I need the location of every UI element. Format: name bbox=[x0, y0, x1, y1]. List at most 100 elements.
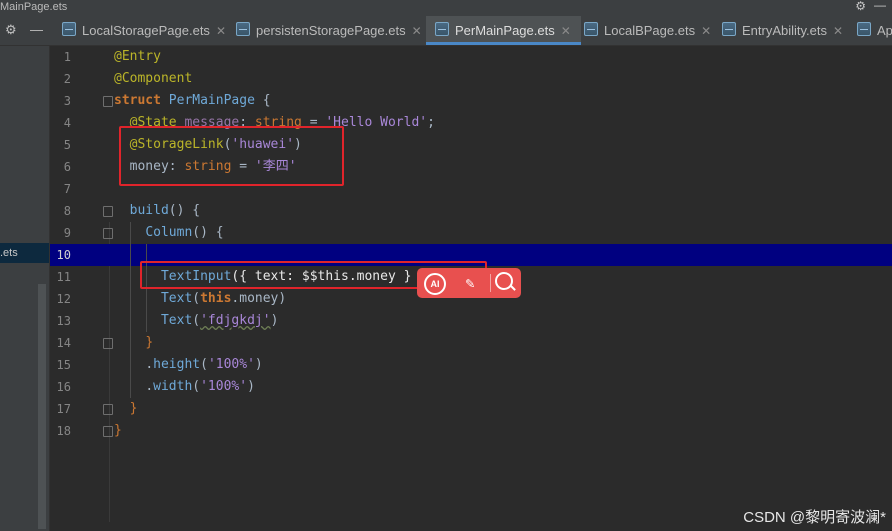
brace: } bbox=[129, 401, 138, 416]
entry-decorator: @Entry bbox=[114, 49, 161, 64]
line-number: 9 bbox=[63, 226, 71, 240]
paren: ( bbox=[200, 357, 208, 372]
line-number: 13 bbox=[56, 314, 71, 328]
project-panel: .ets bbox=[0, 46, 50, 531]
ets-file-icon bbox=[62, 22, 76, 36]
close-icon[interactable]: ✕ bbox=[561, 24, 571, 38]
line-number: 8 bbox=[63, 204, 71, 218]
this-keyword: this bbox=[200, 291, 232, 306]
semicolon: ; bbox=[427, 115, 435, 130]
code-text: () { bbox=[168, 203, 201, 218]
line-number: 17 bbox=[56, 402, 71, 416]
string-literal: 'fdjgkdj' bbox=[200, 313, 271, 328]
paren: ) bbox=[247, 379, 255, 394]
ets-file-icon bbox=[722, 22, 736, 36]
tab-label: Ap bbox=[877, 23, 892, 38]
code-line-14[interactable]: 14 } bbox=[50, 332, 892, 354]
line-number: 5 bbox=[63, 138, 71, 152]
editor-tab-bar: ⚙ — LocalStoragePage.ets ✕ persistenStora… bbox=[0, 16, 892, 46]
code-line-13[interactable]: 13 Text('fdjgkdj') bbox=[50, 310, 892, 332]
code-line-15[interactable]: 15 .height('100%') bbox=[50, 354, 892, 376]
code-text: () { bbox=[192, 225, 224, 240]
code-line-9[interactable]: 9 Column() { bbox=[50, 222, 892, 244]
line-number: 7 bbox=[63, 182, 71, 196]
floating-toolbar: AI ✎ bbox=[417, 268, 521, 298]
method-name: width bbox=[153, 379, 193, 394]
code-line-2[interactable]: 2 @Component bbox=[50, 68, 892, 90]
line-number: 18 bbox=[56, 424, 71, 438]
indent-guide bbox=[130, 222, 131, 398]
watermark: CSDN @黎明寄波澜* bbox=[743, 509, 886, 526]
magic-wand-icon[interactable]: ✎ bbox=[455, 268, 485, 298]
tab-ap[interactable]: Ap bbox=[857, 16, 892, 45]
close-icon[interactable]: ✕ bbox=[216, 24, 226, 38]
brace: } bbox=[145, 335, 154, 350]
tab-local-b-page[interactable]: LocalBPage.ets ✕ bbox=[584, 16, 714, 45]
function-name: Column bbox=[145, 225, 193, 240]
string-literal: '100%' bbox=[207, 357, 255, 372]
ets-file-icon bbox=[584, 22, 598, 36]
gear-icon[interactable]: ⚙ bbox=[855, 0, 866, 13]
paren: ( bbox=[192, 291, 201, 306]
line-number: 6 bbox=[63, 160, 71, 174]
line-number: 16 bbox=[56, 380, 71, 394]
close-icon[interactable]: ✕ bbox=[701, 24, 711, 38]
line-number: 2 bbox=[63, 72, 71, 86]
function-name: build bbox=[129, 203, 169, 218]
minimize-icon[interactable]: — bbox=[874, 0, 886, 12]
struct-keyword: struct bbox=[114, 93, 161, 108]
close-icon[interactable]: ✕ bbox=[412, 24, 422, 38]
fold-marker-icon[interactable] bbox=[103, 206, 113, 217]
function-name: Text bbox=[160, 313, 193, 328]
window-title: MainPage.ets bbox=[0, 1, 68, 13]
component-decorator: @Component bbox=[114, 71, 193, 86]
ai-assistant-icon[interactable]: AI bbox=[424, 273, 446, 295]
tab-persisten-storage-page[interactable]: persistenStoragePage.ets ✕ bbox=[236, 16, 422, 45]
fold-marker-icon[interactable] bbox=[103, 96, 113, 107]
line-number: 15 bbox=[56, 358, 71, 372]
code-line-3[interactable]: 3 struct PerMainPage { bbox=[50, 90, 892, 112]
ets-file-icon bbox=[236, 22, 250, 36]
tab-local-storage-page[interactable]: LocalStoragePage.ets ✕ bbox=[62, 16, 232, 45]
tab-label: PerMainPage.ets bbox=[455, 23, 555, 38]
brace: } bbox=[114, 423, 122, 438]
project-panel-scrollbar[interactable] bbox=[38, 284, 46, 529]
tab-label: EntryAbility.ets bbox=[742, 23, 828, 38]
code-line-17[interactable]: 17 } bbox=[50, 398, 892, 420]
project-tree-item-label: .ets bbox=[0, 247, 18, 259]
hide-panel-icon[interactable]: — bbox=[30, 22, 43, 37]
dot: . bbox=[145, 357, 154, 372]
fold-marker-icon[interactable] bbox=[103, 338, 113, 349]
tab-label: persistenStoragePage.ets bbox=[256, 23, 406, 38]
ets-file-icon bbox=[435, 22, 449, 36]
fold-marker-icon[interactable] bbox=[103, 404, 113, 415]
search-icon[interactable] bbox=[495, 272, 513, 290]
tab-label: LocalStoragePage.ets bbox=[82, 23, 210, 38]
code-text: .money) bbox=[231, 291, 287, 306]
code-line-18[interactable]: 18 } bbox=[50, 420, 892, 442]
paren: ( bbox=[192, 313, 201, 328]
toolbar-separator bbox=[490, 274, 491, 292]
settings-icon[interactable]: ⚙ bbox=[5, 22, 17, 38]
tab-per-main-page[interactable]: PerMainPage.ets ✕ bbox=[426, 16, 581, 45]
line-number: 11 bbox=[56, 270, 71, 284]
highlight-box-storagelink bbox=[119, 126, 344, 186]
line-number: 10 bbox=[56, 248, 71, 262]
code-line-16[interactable]: 16 .width('100%') bbox=[50, 376, 892, 398]
fold-marker-icon[interactable] bbox=[103, 426, 113, 437]
ets-file-icon bbox=[857, 22, 871, 36]
tab-entry-ability[interactable]: EntryAbility.ets ✕ bbox=[722, 16, 852, 45]
dot: . bbox=[145, 379, 154, 394]
paren: ) bbox=[270, 313, 279, 328]
line-number: 1 bbox=[63, 50, 71, 64]
close-icon[interactable]: ✕ bbox=[833, 24, 843, 38]
tab-label: LocalBPage.ets bbox=[604, 23, 696, 38]
code-line-8[interactable]: 8 build() { bbox=[50, 200, 892, 222]
line-number: 4 bbox=[63, 116, 71, 130]
paren: ( bbox=[192, 379, 201, 394]
code-line-1[interactable]: 1 @Entry bbox=[50, 46, 892, 68]
fold-marker-icon[interactable] bbox=[103, 228, 113, 239]
struct-name: PerMainPage bbox=[168, 93, 255, 108]
line-number: 3 bbox=[63, 94, 71, 108]
project-tree-selected-item[interactable]: .ets bbox=[0, 243, 49, 263]
